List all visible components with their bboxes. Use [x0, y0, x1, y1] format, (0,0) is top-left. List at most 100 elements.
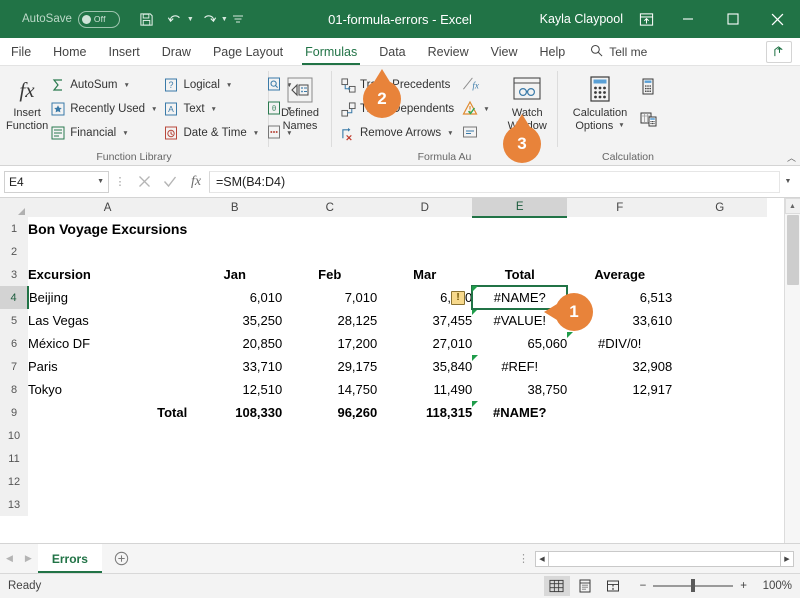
- cell-b12[interactable]: [187, 470, 282, 493]
- column-header-f[interactable]: F: [567, 198, 673, 217]
- cell-e10[interactable]: [472, 424, 567, 447]
- cell-d4[interactable]: 6,?10 6,!0: [377, 286, 472, 309]
- recently-used-dropdown-icon[interactable]: ▼: [151, 106, 157, 113]
- row-header-13[interactable]: 13: [0, 493, 28, 516]
- zoom-level-label[interactable]: 100%: [754, 580, 792, 592]
- row-header-8[interactable]: 8: [0, 378, 28, 401]
- cell-b4[interactable]: 6,010: [187, 286, 283, 309]
- formula-bar-grip[interactable]: ⋮: [109, 175, 131, 188]
- remove-arrows-button[interactable]: Remove Arrows ▼: [338, 121, 458, 145]
- zoom-slider[interactable]: [653, 579, 734, 593]
- cell-c7[interactable]: 29,175: [282, 355, 377, 378]
- cell-d8[interactable]: 11,490: [377, 378, 472, 401]
- cell-g3[interactable]: [672, 263, 767, 286]
- cell-a13[interactable]: [28, 493, 187, 516]
- minimize-button[interactable]: [665, 0, 710, 38]
- user-account-name[interactable]: Kayla Claypool: [540, 12, 627, 26]
- remove-arrows-dropdown-icon[interactable]: ▼: [447, 130, 453, 137]
- name-box[interactable]: E4 ▼: [4, 170, 109, 193]
- maximize-button[interactable]: [710, 0, 755, 38]
- ribbon-display-options-icon[interactable]: [627, 0, 665, 38]
- cell-f12[interactable]: [567, 470, 672, 493]
- cell-f1[interactable]: [567, 217, 672, 240]
- cell-b9[interactable]: 108,330: [187, 401, 282, 424]
- scroll-left-icon[interactable]: ◀: [535, 550, 549, 567]
- tab-view[interactable]: View: [480, 38, 529, 65]
- cell-e7[interactable]: #REF!: [472, 355, 567, 378]
- insert-function-icon[interactable]: fx: [183, 171, 209, 193]
- row-header-12[interactable]: 12: [0, 470, 28, 493]
- cell-d6[interactable]: 27,010: [377, 332, 472, 355]
- cell-a7[interactable]: Paris: [28, 355, 187, 378]
- cell-e9[interactable]: #NAME?: [472, 401, 567, 424]
- row-header-9[interactable]: 9: [0, 401, 28, 424]
- name-box-dropdown-icon[interactable]: ▼: [97, 178, 104, 185]
- cell-b2[interactable]: [187, 240, 282, 263]
- cell-e3[interactable]: Total: [472, 263, 567, 286]
- insert-function-button[interactable]: fx Insert Function: [6, 70, 48, 132]
- cell-f2[interactable]: [567, 240, 672, 263]
- tell-me-box[interactable]: Tell me: [590, 38, 647, 65]
- text-dropdown-icon[interactable]: ▼: [211, 106, 217, 113]
- cell-b1[interactable]: [187, 217, 282, 240]
- financial-button[interactable]: Financial ▼: [48, 121, 161, 145]
- error-checking-button[interactable]: ▼: [458, 97, 490, 121]
- cell-f9[interactable]: [567, 401, 672, 424]
- cell-c12[interactable]: [282, 470, 377, 493]
- customize-qat-icon[interactable]: [230, 7, 246, 31]
- tab-review[interactable]: Review: [417, 38, 480, 65]
- cell-g9[interactable]: [672, 401, 767, 424]
- cell-g12[interactable]: [672, 470, 767, 493]
- row-header-11[interactable]: 11: [0, 447, 28, 470]
- column-header-a[interactable]: A: [28, 198, 188, 217]
- scroll-right-icon[interactable]: ▶: [780, 550, 794, 567]
- cell-c13[interactable]: [282, 493, 377, 516]
- cell-d1[interactable]: [377, 217, 472, 240]
- cell-a3[interactable]: Excursion: [28, 263, 187, 286]
- cell-a2[interactable]: [28, 240, 187, 263]
- cell-a12[interactable]: [28, 470, 187, 493]
- cell-b10[interactable]: [187, 424, 282, 447]
- cell-f10[interactable]: [567, 424, 672, 447]
- calculation-options-button[interactable]: Calculation Options ▼: [564, 70, 636, 132]
- autosave-control[interactable]: AutoSave Off: [22, 10, 120, 28]
- calculation-options-dropdown-icon[interactable]: ▼: [618, 120, 624, 133]
- column-header-c[interactable]: C: [282, 198, 378, 217]
- cell-g1[interactable]: [672, 217, 767, 240]
- cell-g2[interactable]: [672, 240, 767, 263]
- cell-c8[interactable]: 14,750: [282, 378, 377, 401]
- zoom-slider-knob[interactable]: [691, 579, 695, 593]
- cell-d3[interactable]: Mar: [377, 263, 472, 286]
- cell-g8[interactable]: [672, 378, 767, 401]
- page-layout-view-icon[interactable]: [572, 576, 598, 596]
- cell-c11[interactable]: [282, 447, 377, 470]
- cell-e6[interactable]: 65,060: [472, 332, 567, 355]
- cell-g10[interactable]: [672, 424, 767, 447]
- tab-formulas[interactable]: Formulas: [294, 38, 368, 65]
- cell-g4[interactable]: [672, 286, 767, 309]
- show-formulas-button[interactable]: fx: [458, 73, 489, 97]
- date-time-button[interactable]: Date & Time ▼: [161, 121, 263, 145]
- cell-c10[interactable]: [282, 424, 377, 447]
- row-header-7[interactable]: 7: [0, 355, 28, 378]
- zoom-out-button[interactable]: −: [640, 580, 647, 592]
- vertical-scroll-thumb[interactable]: [786, 215, 799, 285]
- column-header-b[interactable]: B: [187, 198, 283, 217]
- cell-g11[interactable]: [672, 447, 767, 470]
- next-sheet-icon[interactable]: ▶: [25, 553, 32, 564]
- cancel-formula-icon[interactable]: [131, 171, 157, 193]
- cell-e1[interactable]: [472, 217, 567, 240]
- recently-used-button[interactable]: Recently Used ▼: [48, 97, 161, 121]
- autosum-button[interactable]: AutoSum ▼: [48, 73, 161, 97]
- cell-f7[interactable]: 32,908: [567, 355, 672, 378]
- cell-f8[interactable]: 12,917: [567, 378, 672, 401]
- row-header-6[interactable]: 6: [0, 332, 28, 355]
- tab-help[interactable]: Help: [529, 38, 577, 65]
- financial-dropdown-icon[interactable]: ▼: [122, 130, 128, 137]
- undo-icon[interactable]: [162, 7, 188, 31]
- cell-f13[interactable]: [567, 493, 672, 516]
- cell-e13[interactable]: [472, 493, 567, 516]
- column-header-d[interactable]: D: [377, 198, 473, 217]
- add-sheet-button[interactable]: [102, 544, 141, 573]
- autosave-toggle[interactable]: Off: [77, 10, 120, 28]
